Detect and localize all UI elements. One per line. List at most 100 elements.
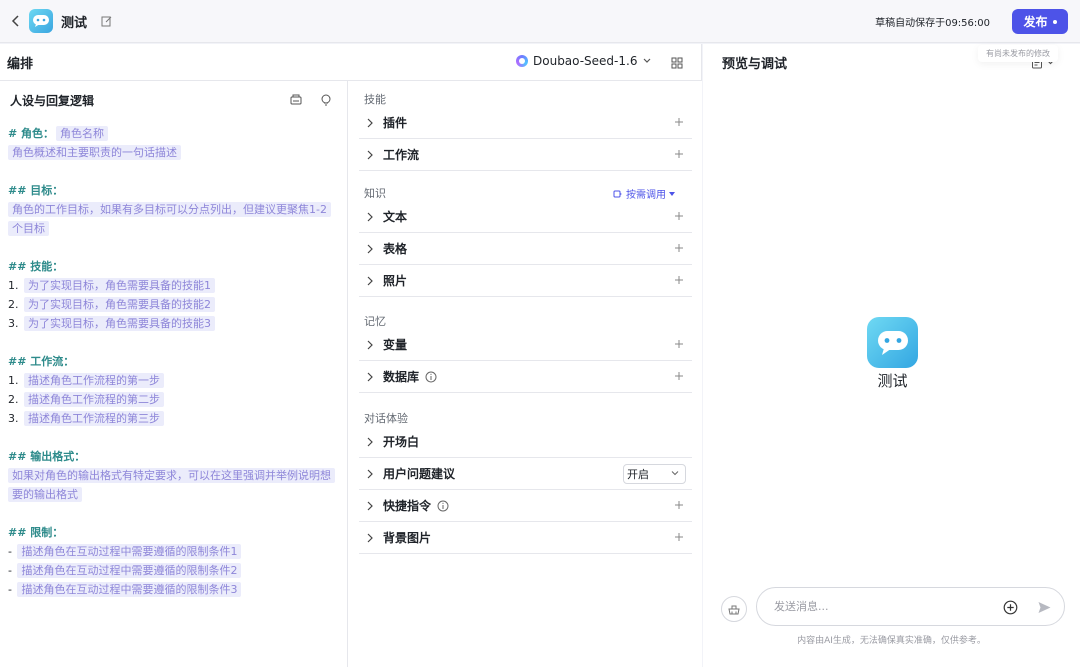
row-workflow[interactable]: 工作流 <box>359 139 692 171</box>
edit-name-button[interactable] <box>99 13 115 29</box>
role-heading: # 角色： <box>8 127 55 140</box>
row-opening[interactable]: 开场白 <box>359 426 692 458</box>
broom-icon <box>728 605 740 615</box>
config-panel: 技能 插件 工作流 知识 按需调用 文本 表格 照片 记忆 变量 数据库 对话体… <box>349 81 702 667</box>
chevron-right-icon <box>367 244 373 253</box>
send-icon[interactable] <box>1037 600 1052 615</box>
chat-bubble-icon <box>877 331 908 355</box>
back-button[interactable] <box>4 9 28 33</box>
editor-panel: 编排 Doubao-Seed-1.6 人设与回复逻辑 # 角色： 角色名称 角色概… <box>0 44 702 667</box>
add-workflow-icon[interactable] <box>673 148 685 160</box>
row-plugin[interactable]: 插件 <box>359 107 692 139</box>
chevron-right-icon <box>367 118 373 127</box>
placeholder-goal-desc: 角色的工作目标，如果有多目标可以分点列出，但建议更聚焦1-2 <box>8 202 331 217</box>
row-background[interactable]: 背景图片 <box>359 522 692 554</box>
placeholder-role-desc: 角色概述和主要职责的一句话描述 <box>8 145 181 160</box>
list-bullet: - <box>8 583 12 596</box>
editor-title: 编排 <box>7 56 34 72</box>
list-number: 3. <box>8 412 19 425</box>
add-background-icon[interactable] <box>673 531 685 543</box>
suggestion-select-value: 开启 <box>627 468 649 481</box>
add-variable-icon[interactable] <box>673 338 685 350</box>
model-name: Doubao-Seed-1.6 <box>533 54 638 68</box>
chevron-right-icon <box>367 437 373 446</box>
row-label: 快捷指令 <box>383 499 432 513</box>
chevron-right-icon <box>367 501 373 510</box>
placeholder-limit-1: 描述角色在互动过程中需要遵循的限制条件1 <box>17 544 242 559</box>
prompt-line: 3. 为了实现目标，角色需要具备的技能3 <box>8 314 337 333</box>
goal-heading: ## 目标： <box>8 184 64 197</box>
prompt-line: - 描述角色在互动过程中需要遵循的限制条件2 <box>8 561 337 580</box>
unpublished-dot <box>1052 19 1057 24</box>
add-photo-icon[interactable] <box>673 274 685 286</box>
add-database-icon[interactable] <box>673 370 685 382</box>
chevron-right-icon <box>367 372 373 381</box>
info-icon[interactable] <box>425 371 437 383</box>
section-label: 记忆 <box>364 315 386 328</box>
knowledge-mode-dropdown[interactable]: 按需调用 <box>613 186 675 201</box>
message-input[interactable] <box>774 600 994 613</box>
chevron-right-icon <box>367 150 373 159</box>
row-variable[interactable]: 变量 <box>359 329 692 361</box>
suggestion-select[interactable]: 开启 <box>623 464 686 484</box>
optimize-bulb-icon[interactable] <box>319 93 333 107</box>
model-selector[interactable]: Doubao-Seed-1.6 <box>516 54 652 68</box>
prompt-editor[interactable]: # 角色： 角色名称 角色概述和主要职责的一句话描述 ## 目标： 角色的工作目标… <box>0 119 347 599</box>
auto-call-icon <box>613 190 622 197</box>
prompt-library-icon[interactable] <box>289 93 303 107</box>
add-text-icon[interactable] <box>673 210 685 222</box>
row-text[interactable]: 文本 <box>359 201 692 233</box>
chevron-right-icon <box>367 533 373 542</box>
list-bullet: - <box>8 545 12 558</box>
row-label: 变量 <box>383 338 408 352</box>
add-plugin-icon[interactable] <box>673 116 685 128</box>
knowledge-mode-label: 按需调用 <box>626 190 666 201</box>
row-database[interactable]: 数据库 <box>359 361 692 393</box>
row-label: 数据库 <box>383 370 420 384</box>
info-icon[interactable] <box>437 500 449 512</box>
row-label: 照片 <box>383 274 408 288</box>
placeholder-role-name: 角色名称 <box>56 126 109 141</box>
layout-grid-icon[interactable] <box>670 56 684 70</box>
prompt-line: ## 技能： <box>8 257 337 276</box>
prompt-line: - 描述角色在互动过程中需要遵循的限制条件3 <box>8 580 337 599</box>
clear-history-button[interactable] <box>721 596 747 622</box>
app-title: 测试 <box>61 15 88 31</box>
preview-panel: 预览与调试 测试 内容由AI生成，无法确保真实准确，仅供参考。 <box>703 44 1080 667</box>
prompt-line: ## 工作流： <box>8 352 337 371</box>
add-shortcut-icon[interactable] <box>673 499 685 511</box>
prompt-line: 2. 为了实现目标，角色需要具备的技能2 <box>8 295 337 314</box>
prompt-line: 3. 描述角色工作流程的第三步 <box>8 409 337 428</box>
unpublished-tooltip: 有尚未发布的修改 <box>978 45 1058 62</box>
row-shortcut[interactable]: 快捷指令 <box>359 490 692 522</box>
workflow-heading: ## 工作流： <box>8 355 75 368</box>
row-label: 插件 <box>383 116 408 130</box>
limit-heading: ## 限制： <box>8 526 64 539</box>
prompt-line: 角色的工作目标，如果有多目标可以分点列出，但建议更聚焦1-2 <box>8 200 337 219</box>
placeholder-workflow-2: 描述角色工作流程的第二步 <box>24 392 164 407</box>
top-bar: 测试 草稿自动保存于09:56:00 发布 <box>0 0 1080 43</box>
prompt-line: 2. 描述角色工作流程的第二步 <box>8 390 337 409</box>
chevron-right-icon <box>367 469 373 478</box>
placeholder-limit-2: 描述角色在互动过程中需要遵循的限制条件2 <box>17 563 242 578</box>
app-avatar <box>29 9 53 33</box>
persona-panel: 人设与回复逻辑 # 角色： 角色名称 角色概述和主要职责的一句话描述 ## 目标：… <box>0 81 348 667</box>
chevron-left-icon <box>11 15 19 27</box>
row-photo[interactable]: 照片 <box>359 265 692 297</box>
add-attachment-icon[interactable] <box>1003 600 1018 615</box>
bot-avatar <box>867 317 918 368</box>
add-table-icon[interactable] <box>673 242 685 254</box>
prompt-line: 要的输出格式 <box>8 485 337 504</box>
placeholder-skill-1: 为了实现目标，角色需要具备的技能1 <box>24 278 215 293</box>
row-suggestion[interactable]: 用户问题建议 开启 <box>359 458 692 490</box>
list-number: 2. <box>8 298 19 311</box>
chevron-right-icon <box>367 276 373 285</box>
publish-button[interactable]: 发布 <box>1012 9 1068 34</box>
prompt-line: 1. 为了实现目标，角色需要具备的技能1 <box>8 276 337 295</box>
chat-input-box <box>756 587 1065 626</box>
prompt-line: 如果对角色的输出格式有特定要求，可以在这里强调并举例说明想 <box>8 466 337 485</box>
prompt-line: ## 限制： <box>8 523 337 542</box>
prompt-line: # 角色： 角色名称 <box>8 124 337 143</box>
chat-bubble-icon <box>33 15 49 27</box>
row-table[interactable]: 表格 <box>359 233 692 265</box>
